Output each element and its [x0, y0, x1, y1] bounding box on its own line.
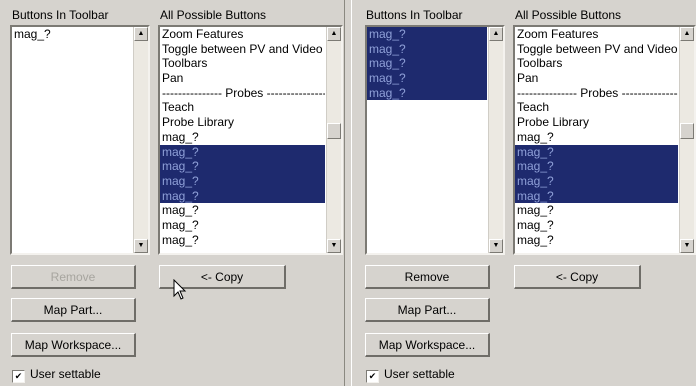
list-item[interactable]: mag_?: [515, 188, 678, 204]
list-item[interactable]: Zoom Features: [160, 27, 325, 42]
scroll-up-arrow-icon[interactable]: ▲: [327, 27, 341, 41]
checkmark-icon: ✔: [14, 371, 23, 381]
toolbar-list-scrollbar[interactable]: ▲ ▼: [488, 27, 503, 253]
toolbar-list-scrollbar[interactable]: ▲ ▼: [133, 27, 148, 253]
user-settable-label: User settable: [30, 367, 101, 381]
all-buttons-list-scrollbar[interactable]: ▲ ▼: [679, 27, 694, 253]
scroll-down-arrow-icon[interactable]: ▼: [134, 239, 148, 253]
all-buttons-list-scrollbar[interactable]: ▲ ▼: [326, 27, 341, 253]
all-buttons-list[interactable]: Zoom Features Toggle between PV and Video…: [158, 25, 343, 255]
copy-button[interactable]: <- Copy: [514, 265, 641, 289]
checkmark-icon: ✔: [368, 371, 377, 381]
map-workspace-button[interactable]: Map Workspace...: [11, 333, 136, 357]
list-item[interactable]: mag_?: [367, 56, 487, 72]
left-panel: Buttons In Toolbar All Possible Buttons …: [0, 0, 344, 386]
list-item[interactable]: mag_?: [367, 41, 487, 57]
list-item[interactable]: Teach: [160, 100, 325, 115]
list-item[interactable]: mag_?: [160, 144, 325, 160]
list-item[interactable]: Zoom Features: [515, 27, 678, 42]
list-item[interactable]: mag_?: [367, 27, 487, 42]
list-item[interactable]: mag_?: [367, 71, 487, 86]
scroll-thumb[interactable]: [327, 123, 341, 139]
user-settable-row[interactable]: ✔ User settable: [12, 367, 101, 383]
mouse-pointer-icon: [173, 279, 187, 300]
user-settable-checkbox[interactable]: ✔: [366, 370, 379, 383]
list-item[interactable]: mag_?: [515, 218, 678, 233]
remove-button[interactable]: Remove: [365, 265, 490, 289]
list-item[interactable]: mag_?: [12, 27, 132, 42]
right-panel: Buttons In Toolbar All Possible Buttons …: [352, 0, 696, 386]
list-item[interactable]: mag_?: [515, 144, 678, 160]
list-item[interactable]: mag_?: [515, 159, 678, 174]
scroll-down-arrow-icon[interactable]: ▼: [489, 239, 503, 253]
list-item[interactable]: Toggle between PV and Video: [160, 42, 325, 57]
map-part-button[interactable]: Map Part...: [11, 298, 136, 322]
list-item[interactable]: Teach: [515, 100, 678, 115]
list-item[interactable]: mag_?: [160, 173, 325, 189]
list-separator: --------------- Probes ---------------: [162, 85, 325, 100]
all-buttons-list-header: All Possible Buttons: [515, 8, 622, 22]
list-item[interactable]: mag_?: [515, 173, 678, 189]
list-item[interactable]: Probe Library: [160, 115, 325, 130]
scroll-down-arrow-icon[interactable]: ▼: [327, 239, 341, 253]
toolbar-buttons-list[interactable]: mag_? mag_? mag_? mag_? mag_? ▲ ▼: [365, 25, 505, 255]
list-item[interactable]: mag_?: [160, 218, 325, 233]
map-part-button[interactable]: Map Part...: [365, 298, 490, 322]
map-workspace-button[interactable]: Map Workspace...: [365, 333, 490, 357]
list-item[interactable]: Toolbars: [515, 56, 678, 71]
list-item[interactable]: Pan: [515, 71, 678, 86]
list-item[interactable]: Probe Library: [515, 115, 678, 130]
list-item[interactable]: mag_?: [160, 233, 325, 248]
all-buttons-list[interactable]: Zoom Features Toggle between PV and Video…: [513, 25, 696, 255]
list-item[interactable]: Toolbars: [160, 56, 325, 71]
list-item[interactable]: mag_?: [160, 203, 325, 218]
scroll-up-arrow-icon[interactable]: ▲: [680, 27, 694, 41]
list-item[interactable]: Pan: [160, 71, 325, 86]
user-settable-row[interactable]: ✔ User settable: [366, 367, 455, 383]
scroll-down-arrow-icon[interactable]: ▼: [680, 239, 694, 253]
list-item[interactable]: mag_?: [515, 203, 678, 218]
user-settable-checkbox[interactable]: ✔: [12, 370, 25, 383]
panel-divider: [344, 0, 352, 386]
remove-button[interactable]: Remove: [11, 265, 136, 289]
list-item[interactable]: mag_?: [367, 85, 487, 101]
toolbar-list-header: Buttons In Toolbar: [12, 8, 109, 22]
list-item[interactable]: mag_?: [160, 130, 325, 145]
list-item[interactable]: mag_?: [160, 159, 325, 174]
list-separator: --------------- Probes ---------------: [517, 85, 678, 100]
scroll-up-arrow-icon[interactable]: ▲: [489, 27, 503, 41]
scroll-thumb[interactable]: [680, 123, 694, 139]
user-settable-label: User settable: [384, 367, 455, 381]
list-item[interactable]: mag_?: [515, 130, 678, 145]
toolbar-list-header: Buttons In Toolbar: [366, 8, 463, 22]
list-item[interactable]: mag_?: [160, 188, 325, 204]
toolbar-buttons-list[interactable]: mag_? ▲ ▼: [10, 25, 150, 255]
list-item[interactable]: Toggle between PV and Video: [515, 42, 678, 57]
all-buttons-list-header: All Possible Buttons: [160, 8, 267, 22]
scroll-up-arrow-icon[interactable]: ▲: [134, 27, 148, 41]
list-item[interactable]: mag_?: [515, 233, 678, 248]
